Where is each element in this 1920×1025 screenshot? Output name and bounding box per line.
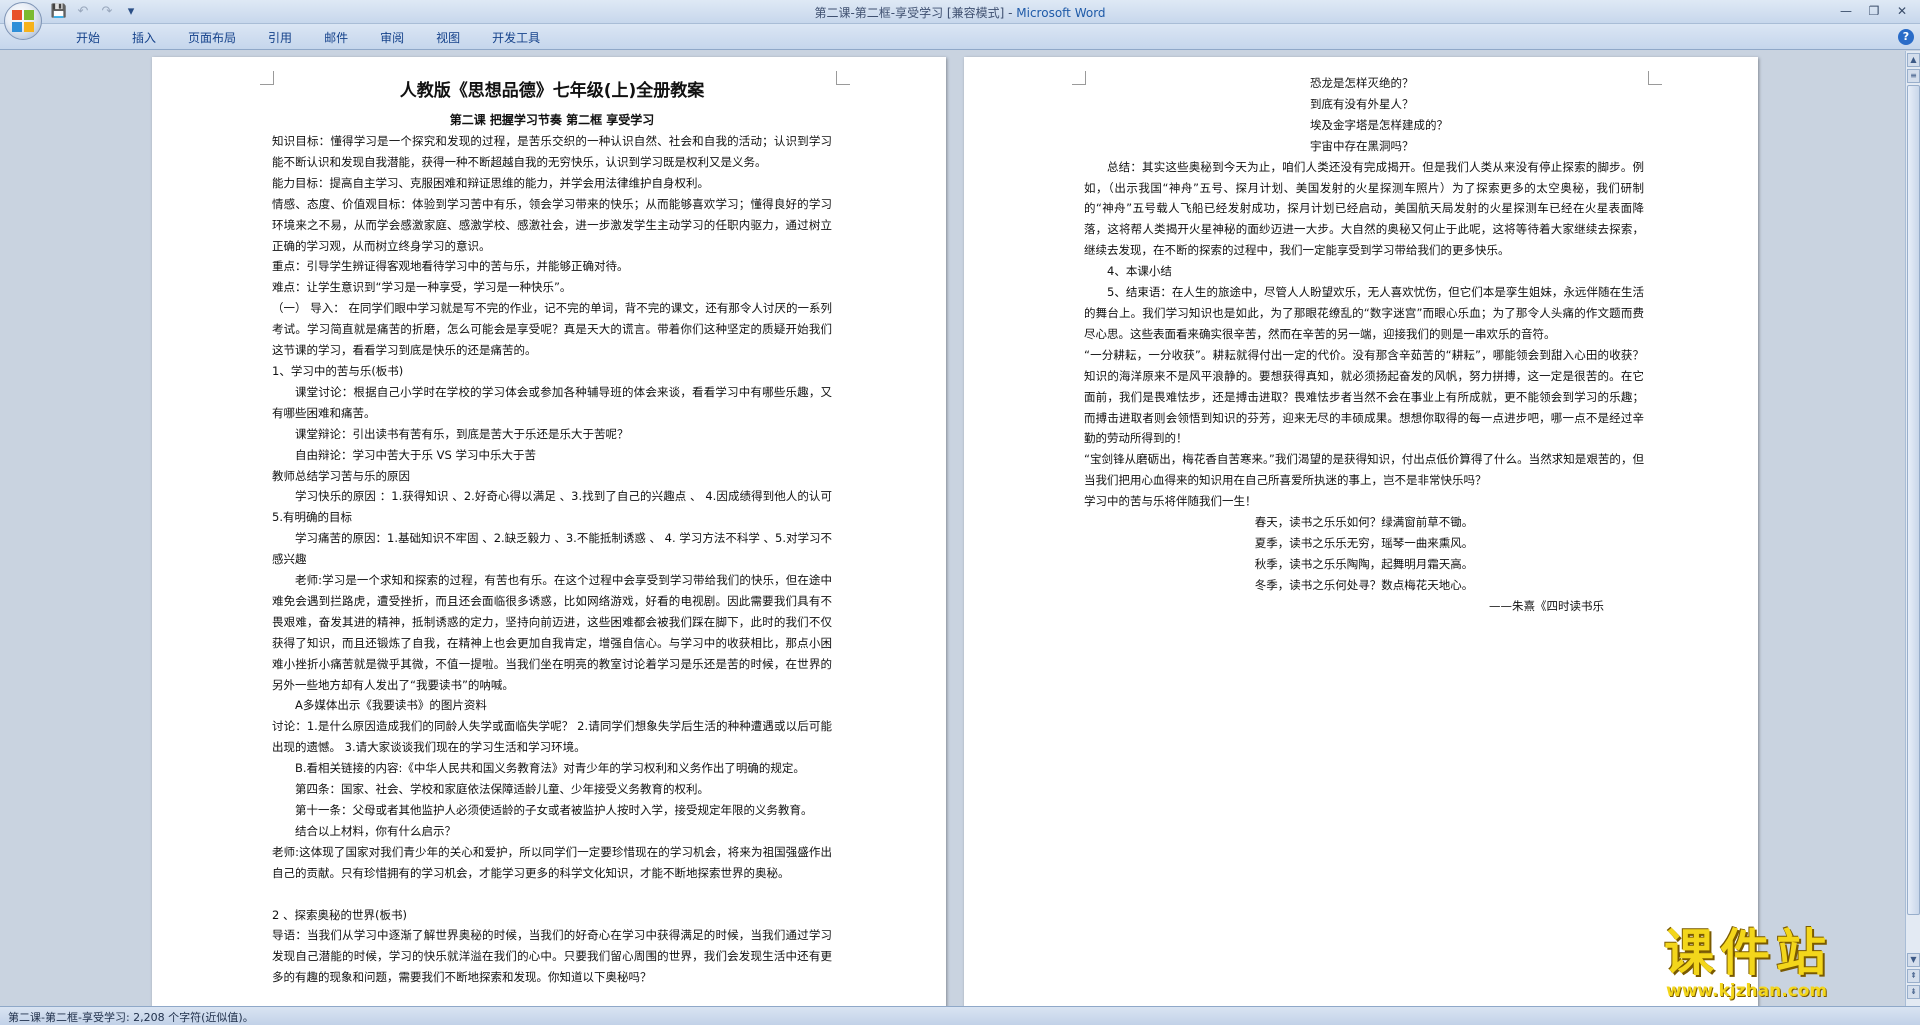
paragraph: 知识目标：懂得学习是一个探究和发现的过程，是苦乐交织的一种认识自然、社会和自我的… [272,134,832,169]
question-item: 到底有没有外星人？ [1310,96,1414,111]
tab-page-layout[interactable]: 页面布局 [172,29,252,47]
tab-mailings[interactable]: 邮件 [308,29,364,47]
crop-mark [1648,71,1662,85]
paragraph: 重点：引导学生辨证得客观地看待学习中的苦与乐，并能够正确对待。 [272,259,629,274]
close-icon[interactable]: ✕ [1890,2,1914,20]
paragraph: 学习痛苦的原因：1.基础知识不牢固 、2.缺乏毅力 、3.不能抵制诱惑 、 4.… [272,531,832,567]
watermark-title: 课件站 [1664,924,1832,982]
paragraph: “一分耕耘，一分收获”。耕耘就得付出一定的代价。没有那含辛茹苦的“耕耘”，哪能领… [1084,347,1644,446]
left-page[interactable]: 人教版《思想品德》七年级(上)全册教案 第二课 把握学习节奏 第二框 享受学习 … [152,57,946,1006]
status-text: 第二课-第二框-享受学习: 2,208 个字符(近似值)。 [8,1011,254,1024]
paragraph: 老师:学习是一个求知和探索的过程，有苦也有乐。在这个过程中会享受到学习带给我们的… [272,573,832,692]
tab-references[interactable]: 引用 [252,29,308,47]
paragraph: 能力目标：提高自主学习、克服困难和辩证思维的能力，并学会用法律维护自身权利。 [272,175,709,190]
document-title: 人教版《思想品德》七年级(上)全册教案 [399,81,705,101]
poem-line: 夏季，读书之乐乐无穷，瑶琴一曲来熏风。 [1254,535,1474,550]
minimize-icon[interactable]: — [1834,2,1858,20]
question-item: 宇宙中存在黑洞吗？ [1310,138,1414,153]
restore-icon[interactable]: ❐ [1862,2,1886,20]
section-heading: 4、本课小结 [1107,264,1172,279]
poem-line: 冬季，读书之乐何处寻？数点梅花天地心。 [1254,577,1474,592]
paragraph: 教师总结学习苦与乐的原因 [272,468,410,483]
question-item: 埃及金字塔是怎样建成的？ [1310,117,1448,132]
poem-attribution: ——朱熹《四时读书乐 [1489,598,1604,613]
right-page[interactable]: 恐龙是怎样灭绝的？ 到底有没有外星人？ 埃及金字塔是怎样建成的？ 宇宙中存在黑洞… [964,57,1758,1006]
paragraph: “宝剑锋从磨砺出，梅花香自苦寒来。”我们渴望的是获得知识，付出点低价算得了什么。… [1084,452,1644,488]
ribbon: 开始 插入 页面布局 引用 邮件 审阅 视图 开发工具 ? [0,24,1920,50]
paragraph: （一） 导入： 在同学们眼中学习就是写不完的作业，记不完的单词，背不完的课文，还… [272,301,832,358]
window-controls: — ❐ ✕ [1834,2,1914,20]
office-logo-icon [12,10,34,32]
paragraph: 老师:这体现了国家对我们青少年的关心和爱护，所以同学们一定要珍惜现在的学习机会，… [272,844,832,880]
poem-line: 春天，读书之乐乐如何？绿满窗前草不锄。 [1254,515,1474,530]
paragraph: A多媒体出示《我要读书》的图片资料 [295,698,487,713]
office-button[interactable] [4,2,42,40]
right-page-content: 恐龙是怎样灭绝的？ 到底有没有外星人？ 埃及金字塔是怎样建成的？ 宇宙中存在黑洞… [1084,73,1644,617]
lesson-subtitle: 第二课 把握学习节奏 第二框 享受学习 [449,113,655,127]
paragraph: 总结：其实这些奥秘到今天为止，咱们人类还没有完成揭开。但是我们人类从来没有停止探… [1084,159,1644,258]
scroll-up-icon[interactable]: ▲ [1907,53,1920,67]
document-name: 第二课-第二框-享受学习 [兼容模式] - [814,6,1017,20]
section-heading: 1、学习中的苦与乐(板书) [272,363,404,378]
paragraph: B.看相关链接的内容:《中华人民共和国义务教育法》对青少年的学习权利和义务作出了… [295,761,805,776]
paragraph: 课堂讨论：根据自己小学时在学校的学习体会或参加各种辅导班的体会来谈，看看学习中有… [272,384,832,420]
paragraph: 学习中的苦与乐将伴随我们一生！ [1084,494,1257,509]
ribbon-tabs: 开始 插入 页面布局 引用 邮件 审阅 视图 开发工具 [60,29,556,47]
watermark-url: www.kjzhan.com [1666,981,1828,1001]
poem-line: 秋季，读书之乐乐陶陶，起舞明月霜天高。 [1254,556,1474,571]
paragraph: 情感、态度、价值观目标：体验到学习苦中有乐，领会学习带来的快乐；从而能够喜欢学习… [272,196,832,253]
ruler-toggle-icon[interactable]: ≡ [1907,69,1920,83]
tab-review[interactable]: 审阅 [364,29,420,47]
scrollbar-thumb[interactable] [1907,85,1920,915]
tab-developer[interactable]: 开发工具 [476,29,556,47]
status-bar: 第二课-第二框-享受学习: 2,208 个字符(近似值)。 [0,1006,1920,1025]
tab-view[interactable]: 视图 [420,29,476,47]
paragraph: 导语：当我们从学习中逐渐了解世界奥秘的时候，当我们的好奇心在学习中获得满足的时候… [272,928,832,985]
left-page-content: 人教版《思想品德》七年级(上)全册教案 第二课 把握学习节奏 第二框 享受学习 … [272,75,832,988]
app-name: Microsoft Word [1016,6,1106,20]
question-item: 恐龙是怎样灭绝的？ [1310,76,1414,90]
window-title: 第二课-第二框-享受学习 [兼容模式] - Microsoft Word [0,4,1920,21]
title-bar: 💾 ↶ ↷ ▾ 第二课-第二框-享受学习 [兼容模式] - Microsoft … [0,0,1920,40]
crop-mark [836,71,850,85]
paragraph: 自由辩论：学习中苦大于乐 VS 学习中乐大于苦 [295,447,536,462]
paragraph: 讨论：1.是什么原因造成我们的同龄人失学或面临失学呢？ 2.请同学们想象失学后生… [272,719,832,755]
vertical-scrollbar[interactable]: ▲ ≡ ▼ ⇞ ⇟ [1905,51,1920,1006]
help-icon[interactable]: ? [1898,29,1914,45]
paragraph: 难点：让学生意识到“学习是一种享受，学习是一种快乐”。 [272,280,572,295]
paragraph: 课堂辩论：引出读书有苦有乐，到底是苦大于乐还是乐大于苦呢？ [295,426,629,441]
paragraph: 第四条：国家、社会、学校和家庭依法保障适龄儿童、少年接受义务教育的权利。 [295,782,709,797]
document-workspace: 人教版《思想品德》七年级(上)全册教案 第二课 把握学习节奏 第二框 享受学习 … [0,51,1905,1006]
tab-home[interactable]: 开始 [60,29,116,47]
section-heading: 2 、探索奥秘的世界(板书) [272,907,407,922]
empty-paragraph [272,884,832,905]
paragraph: 第十一条：父母或者其他监护人必须使适龄的子女或者被监护人按时入学，接受规定年限的… [295,803,813,817]
tab-insert[interactable]: 插入 [116,29,172,47]
paragraph: 结合以上材料，你有什么启示？ [295,823,456,838]
paragraph: 5、结束语：在人生的旅途中，尽管人人盼望欢乐，无人喜欢忧伤，但它们本是孪生姐妹，… [1084,285,1644,341]
watermark-logo: 课件站 www.kjzhan.com [1664,925,1920,1005]
paragraph: 学习快乐的原因 ：1.获得知识 、2.好奇心得以满足 、3.找到了自己的兴趣点 … [272,489,832,525]
